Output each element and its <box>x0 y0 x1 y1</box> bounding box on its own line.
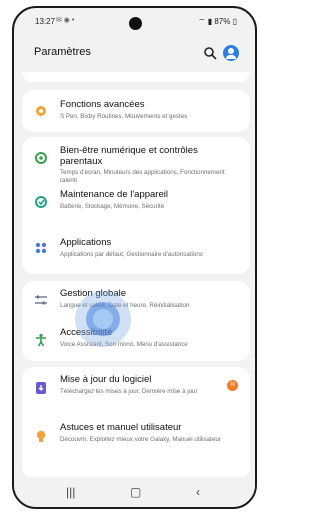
signal-icon: ▮ <box>207 17 213 26</box>
accessibility-icon <box>36 333 46 347</box>
list-item-digital-wellbeing[interactable]: Bien-être numérique et contrôles parenta… <box>22 137 250 184</box>
header: Paramètres <box>14 38 255 72</box>
recent-apps-icon[interactable]: ||| <box>66 485 75 499</box>
lightbulb-icon <box>36 430 46 442</box>
wellbeing-icon <box>35 152 47 164</box>
item-subtitle: Applications par défaut, Gestionnaire d'… <box>60 251 203 258</box>
profile-icon[interactable] <box>223 45 239 61</box>
card-edge <box>22 72 250 82</box>
apps-grid-icon <box>35 242 47 254</box>
new-badge: N <box>227 380 238 391</box>
item-subtitle: Batterie, Stockage, Mémoire, Sécurité <box>60 203 165 210</box>
navigation-bar: ||| ▢ ‹ <box>14 477 255 507</box>
search-icon[interactable] <box>203 46 217 60</box>
touch-point <box>93 309 113 329</box>
status-right: ⌔ ▮ 87% ▯ <box>198 17 237 27</box>
item-title: Astuces et manuel utilisateur <box>60 422 182 433</box>
list-item-applications[interactable]: Applications Applications par défaut, Ge… <box>22 227 250 269</box>
item-title: Applications <box>60 237 112 248</box>
list-item-software-update[interactable]: Mise à jour du logiciel Téléchargez les … <box>22 367 250 415</box>
battery-percent: 87% <box>214 17 231 26</box>
status-time: 13:27 <box>35 17 56 26</box>
home-icon[interactable]: ▢ <box>130 485 141 499</box>
card-general: Gestion globale Langue et saisie, Date e… <box>22 281 250 361</box>
list-item-accessibility[interactable]: Accessibilité Voice Assistant, Son mono,… <box>22 321 250 361</box>
software-update-icon <box>36 382 46 394</box>
item-title: Fonctions avancées <box>60 99 145 110</box>
item-title: Maintenance de l'appareil <box>60 189 168 200</box>
item-subtitle: Temps d'écran, Minuteurs des application… <box>60 169 225 184</box>
item-subtitle: Découvrir, Exploitez mieux votre Galaxy,… <box>60 436 221 443</box>
front-camera <box>129 17 142 30</box>
list-item-tips-manual[interactable]: Astuces et manuel utilisateur Découvrir,… <box>22 417 250 463</box>
phone-screen: 13:27 ✉ ◉ • ⌔ ▮ 87% ▯ Paramètres Fonctio… <box>12 6 257 509</box>
notification-icons: ✉ ◉ • <box>56 17 75 24</box>
item-subtitle: Téléchargez les mises à jour, Dernière m… <box>60 388 198 395</box>
battery-icon: ▯ <box>232 17 237 26</box>
list-item-general-management[interactable]: Gestion globale Langue et saisie, Date e… <box>22 281 250 321</box>
list-item-device-maintenance[interactable]: Maintenance de l'appareil Batterie, Stoc… <box>22 185 250 225</box>
wifi-icon: ⌔ <box>197 17 206 26</box>
card-wellbeing: Bien-être numérique et contrôles parenta… <box>22 137 250 274</box>
item-subtitle: S Pen, Bixby Routines, Mouvements et ges… <box>60 113 188 120</box>
maintenance-icon <box>35 196 47 208</box>
page-title: Paramètres <box>34 46 91 58</box>
back-icon[interactable]: ‹ <box>196 485 200 499</box>
item-title: Bien-être numérique et contrôles parenta… <box>60 145 198 167</box>
card-advanced: Fonctions avancées S Pen, Bixby Routines… <box>22 90 250 132</box>
gear-plus-icon <box>36 106 46 116</box>
item-title: Mise à jour du logiciel <box>60 374 152 385</box>
list-item-advanced-features[interactable]: Fonctions avancées S Pen, Bixby Routines… <box>22 90 250 132</box>
sliders-icon <box>35 295 47 305</box>
card-software: Mise à jour du logiciel Téléchargez les … <box>22 367 250 479</box>
